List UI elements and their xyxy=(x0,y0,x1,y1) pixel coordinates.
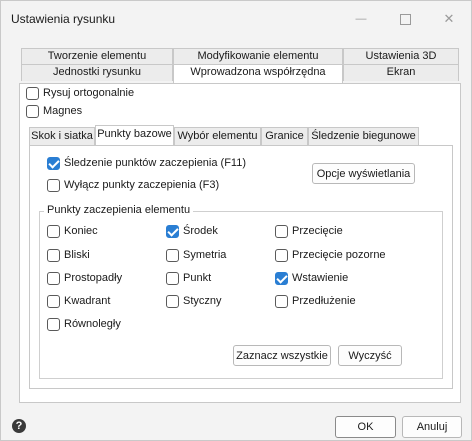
snap-perpendicular-checkbox[interactable] xyxy=(47,272,60,285)
snap-apparent-intersection-checkbox[interactable] xyxy=(275,249,288,262)
magnet-label: Magnes xyxy=(43,105,83,117)
snap-endpoint-label: Koniec xyxy=(64,225,98,237)
snap-symmetry-checkbox[interactable] xyxy=(166,249,179,262)
tab-row-2: Jednostki rysunku Wprowadzona współrzędn… xyxy=(21,64,459,84)
ortho-label: Rysuj ortogonalnie xyxy=(43,87,135,99)
close-button[interactable]: ✕ xyxy=(427,1,471,37)
minimize-button[interactable]: — xyxy=(339,1,383,37)
minimize-icon: — xyxy=(355,13,367,25)
snap-extension-label: Przedłużenie xyxy=(292,295,356,307)
snap-perpendicular-label: Prostopadły xyxy=(64,272,123,284)
snap-nearest-label: Bliski xyxy=(64,249,90,261)
snap-nearest-checkbox[interactable] xyxy=(47,249,60,262)
snap-midpoint-checkbox[interactable] xyxy=(166,225,179,238)
snap-symmetry-label: Symetria xyxy=(183,249,227,261)
snap-extension-checkbox[interactable] xyxy=(275,295,288,308)
select-all-button[interactable]: Zaznacz wszystkie xyxy=(233,345,331,366)
tab-snap-grid[interactable]: Skok i siatka xyxy=(29,127,95,146)
snap-point-label: Punkt xyxy=(183,272,212,284)
maximize-icon xyxy=(399,13,411,25)
snap-point-checkbox[interactable] xyxy=(166,272,179,285)
disable-snap-label: Wyłącz punkty zaczepienia (F3) xyxy=(64,179,220,191)
settings-dialog: Ustawienia rysunku — ✕ Tworzenie element… xyxy=(0,0,472,441)
snap-endpoint-checkbox[interactable] xyxy=(47,225,60,238)
ortho-checkbox[interactable] xyxy=(26,87,39,100)
tab-drawing-units[interactable]: Jednostki rysunku xyxy=(21,64,173,81)
snap-midpoint-label: Środek xyxy=(183,225,218,237)
tab-row-1: Tworzenie elementu Modyfikowanie element… xyxy=(21,48,459,65)
close-icon: ✕ xyxy=(443,11,455,26)
snap-apparent-intersection-label: Przecięcie pozorne xyxy=(292,249,386,261)
snap-tracking-checkbox[interactable] xyxy=(47,157,60,170)
clear-button[interactable]: Wyczyść xyxy=(338,345,402,366)
tab-limits[interactable]: Granice xyxy=(261,127,308,146)
snap-tangent-checkbox[interactable] xyxy=(166,295,179,308)
snap-tracking-label: Śledzenie punktów zaczepienia (F11) xyxy=(64,157,247,169)
maximize-button[interactable] xyxy=(383,1,427,37)
snap-quadrant-checkbox[interactable] xyxy=(47,295,60,308)
snap-parallel-checkbox[interactable] xyxy=(47,318,60,331)
help-icon[interactable]: ? xyxy=(12,419,26,433)
tab-element-modification[interactable]: Modyfikowanie elementu xyxy=(173,48,343,65)
tab-coordinate-input[interactable]: Wprowadzona współrzędna xyxy=(173,64,343,84)
tab-element-creation[interactable]: Tworzenie elementu xyxy=(21,48,173,65)
snap-intersection-label: Przecięcie xyxy=(292,225,343,237)
disable-snap-checkbox[interactable] xyxy=(47,179,60,192)
display-options-button[interactable]: Opcje wyświetlania xyxy=(312,163,415,184)
snap-intersection-checkbox[interactable] xyxy=(275,225,288,238)
snap-insertion-label: Wstawienie xyxy=(292,272,349,284)
tab-3d-settings[interactable]: Ustawienia 3D xyxy=(343,48,459,65)
snap-quadrant-label: Kwadrant xyxy=(64,295,111,307)
tab-base-points[interactable]: Punkty bazowe xyxy=(95,125,174,146)
title-bar: Ustawienia rysunku — ✕ xyxy=(1,1,471,37)
snap-parallel-label: Równoległy xyxy=(64,318,121,330)
tab-polar-tracking[interactable]: Śledzenie biegunowe xyxy=(308,127,419,146)
magnet-checkbox[interactable] xyxy=(26,105,39,118)
ok-button[interactable]: OK xyxy=(335,416,396,438)
tab-element-selection[interactable]: Wybór elementu xyxy=(174,127,261,146)
window-title: Ustawienia rysunku xyxy=(11,12,116,26)
snap-tangent-label: Styczny xyxy=(183,295,222,307)
cancel-button[interactable]: Anuluj xyxy=(402,416,462,438)
tab-screen[interactable]: Ekran xyxy=(343,64,459,81)
snap-insertion-checkbox[interactable] xyxy=(275,272,288,285)
element-snap-group-title: Punkty zaczepienia elementu xyxy=(44,204,194,217)
